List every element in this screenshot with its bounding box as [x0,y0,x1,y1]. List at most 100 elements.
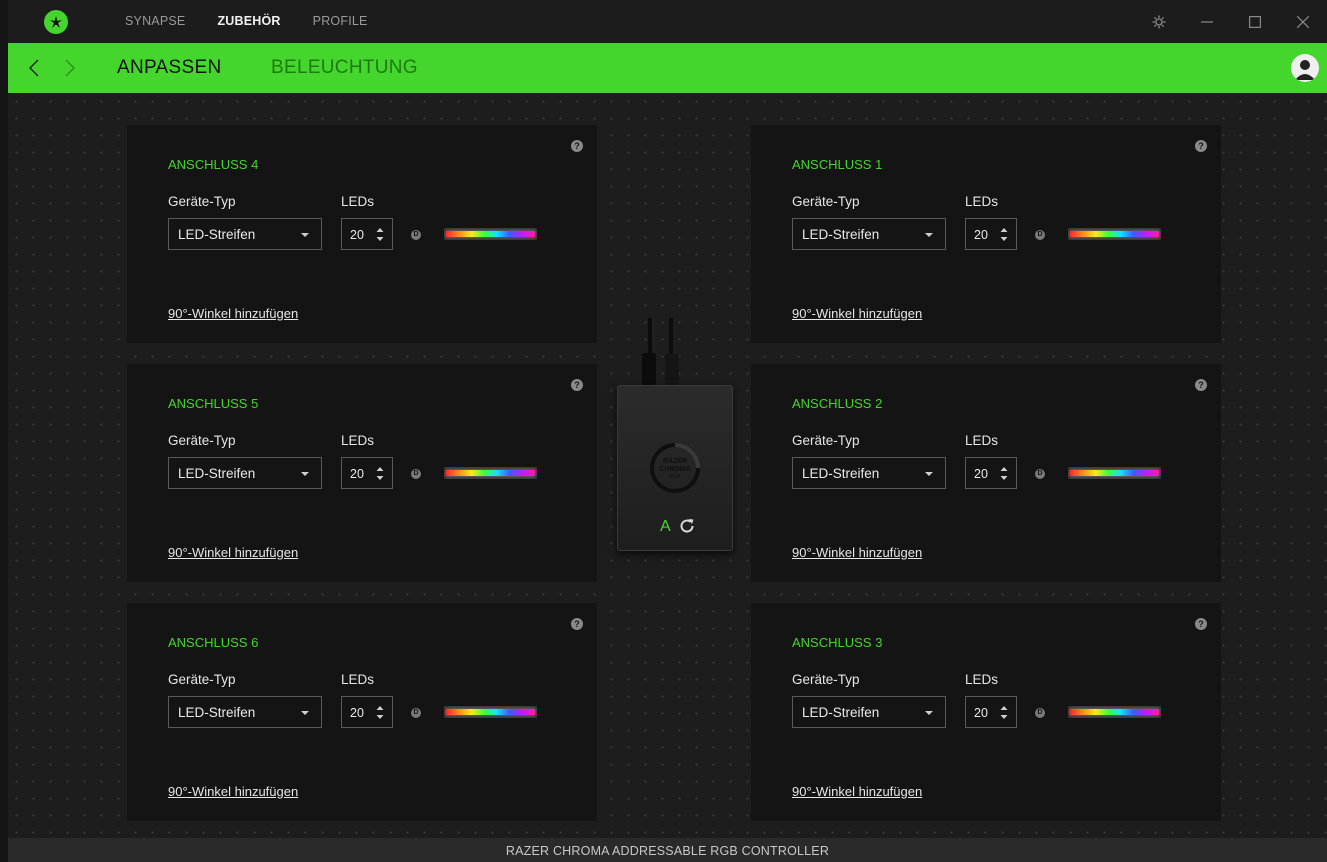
tab-anpassen[interactable]: ANPASSEN [117,56,221,80]
port-panel: ANSCHLUSS 1? Geräte-Typ LEDs LED-Streifen 20… [751,125,1221,343]
device-type-dropdown[interactable]: LED-Streifen [792,457,946,489]
leds-label: LEDs [965,194,999,209]
port-panel: ANSCHLUSS 5? Geräte-Typ LEDs LED-Streifen 20… [127,364,597,582]
leds-value: 20 [350,706,364,720]
chroma-logo-icon: RAZER CHROMA RGB [650,443,700,493]
user-icon[interactable] [1291,54,1319,82]
port-panel: ANSCHLUSS 6? Geräte-Typ LEDs LED-Streifen 20… [127,603,597,821]
led-strip-preview [444,467,537,479]
chevron-down-icon [301,233,309,237]
device-type-label: Geräte-Typ [792,433,860,448]
led-strip-preview [444,228,537,240]
device-type-label: Geräte-Typ [168,672,236,687]
add-angle-link[interactable]: 90°-Winkel hinzufügen [168,784,298,799]
footer-device-name: RAZER CHROMA ADDRESSABLE RGB CONTROLLER [8,838,1327,862]
port-title: ANSCHLUSS 2 [792,396,883,411]
port-panel: ANSCHLUSS 2? Geräte-Typ LEDs LED-Streifen 20… [751,364,1221,582]
controller-device: RAZER CHROMA RGB A [617,385,733,551]
logo-text-chroma: CHROMA [659,466,691,473]
default-badge[interactable]: D [411,708,421,718]
device-type-dropdown[interactable]: LED-Streifen [792,696,946,728]
default-badge[interactable]: D [1035,469,1045,479]
leds-stepper[interactable]: 20 [341,457,393,489]
device-type-dropdown[interactable]: LED-Streifen [168,696,322,728]
add-angle-link[interactable]: 90°-Winkel hinzufügen [168,545,298,560]
nav-synapse[interactable]: SYNAPSE [116,0,194,43]
leds-stepper[interactable]: 20 [965,218,1017,250]
device-type-value: LED-Streifen [178,466,256,481]
leds-value: 20 [350,467,364,481]
device-type-label: Geräte-Typ [168,194,236,209]
port-title: ANSCHLUSS 5 [168,396,259,411]
leds-value: 20 [974,228,988,242]
led-strip-preview [1068,467,1161,479]
help-icon[interactable]: ? [1195,379,1207,391]
stepper-arrows-icon[interactable] [1000,227,1008,242]
help-icon[interactable]: ? [1195,618,1207,630]
leds-label: LEDs [341,672,375,687]
tab-beleuchtung[interactable]: BELEUCHTUNG [271,56,418,80]
top-nav: SYNAPSE ZUBEHÖR PROFILE [116,0,391,43]
nav-profile[interactable]: PROFILE [304,0,377,43]
title-bar: SYNAPSE ZUBEHÖR PROFILE [8,0,1327,43]
leds-stepper[interactable]: 20 [965,696,1017,728]
port-panel: ANSCHLUSS 4? Geräte-Typ LEDs LED-Streifen 20… [127,125,597,343]
refresh-icon[interactable] [678,517,696,535]
close-icon[interactable] [1279,0,1327,43]
leds-label: LEDs [965,433,999,448]
razer-logo-icon[interactable] [44,10,68,34]
help-icon[interactable]: ? [571,618,583,630]
stepper-arrows-icon[interactable] [1000,705,1008,720]
leds-value: 20 [974,467,988,481]
main-area: ANSCHLUSS 4? Geräte-Typ LEDs LED-Streifen 20… [8,93,1327,838]
help-icon[interactable]: ? [571,379,583,391]
stepper-arrows-icon[interactable] [376,227,384,242]
chevron-down-icon [925,233,933,237]
port-title: ANSCHLUSS 6 [168,635,259,650]
device-type-value: LED-Streifen [802,227,880,242]
device-type-dropdown[interactable]: LED-Streifen [792,218,946,250]
leds-label: LEDs [341,433,375,448]
chevron-down-icon [925,711,933,715]
default-badge[interactable]: D [411,230,421,240]
device-type-value: LED-Streifen [178,705,256,720]
logo-text-razer: RAZER [663,458,687,465]
stepper-arrows-icon[interactable] [376,705,384,720]
help-icon[interactable]: ? [571,140,583,152]
logo-text-rgb: RGB [670,474,682,480]
device-type-value: LED-Streifen [178,227,256,242]
device-type-dropdown[interactable]: LED-Streifen [168,218,322,250]
device-type-dropdown[interactable]: LED-Streifen [168,457,322,489]
nav-zubehoer[interactable]: ZUBEHÖR [208,0,289,43]
minimize-icon[interactable] [1183,0,1231,43]
stepper-arrows-icon[interactable] [376,466,384,481]
stepper-arrows-icon[interactable] [1000,466,1008,481]
leds-stepper[interactable]: 20 [965,457,1017,489]
leds-value: 20 [974,706,988,720]
add-angle-link[interactable]: 90°-Winkel hinzufügen [792,306,922,321]
settings-icon[interactable] [1135,0,1183,43]
back-arrow-icon[interactable] [22,56,46,80]
port-panel: ANSCHLUSS 3? Geräte-Typ LEDs LED-Streifen 20… [751,603,1221,821]
port-title: ANSCHLUSS 4 [168,157,259,172]
add-angle-link[interactable]: 90°-Winkel hinzufügen [792,545,922,560]
add-angle-link[interactable]: 90°-Winkel hinzufügen [168,306,298,321]
default-badge[interactable]: D [411,469,421,479]
device-type-label: Geräte-Typ [168,433,236,448]
port-title: ANSCHLUSS 3 [792,635,883,650]
leds-stepper[interactable]: 20 [341,218,393,250]
device-type-label: Geräte-Typ [792,194,860,209]
maximize-icon[interactable] [1231,0,1279,43]
leds-stepper[interactable]: 20 [341,696,393,728]
cables [642,318,679,385]
add-angle-link[interactable]: 90°-Winkel hinzufügen [792,784,922,799]
default-badge[interactable]: D [1035,230,1045,240]
device-type-label: Geräte-Typ [792,672,860,687]
chevron-down-icon [925,472,933,476]
led-strip-preview [1068,706,1161,718]
help-icon[interactable]: ? [1195,140,1207,152]
led-strip-preview [444,706,537,718]
leds-label: LEDs [341,194,375,209]
default-badge[interactable]: D [1035,708,1045,718]
forward-arrow-icon[interactable] [58,56,82,80]
